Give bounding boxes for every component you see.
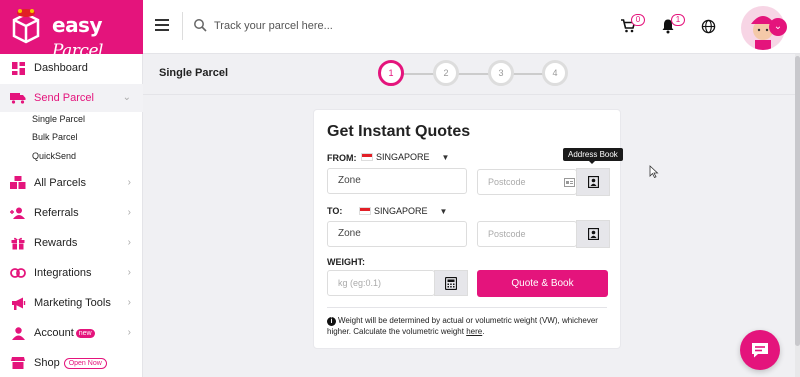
- logo-box-icon: [12, 9, 40, 44]
- top-bar: easy Parcel 0 1 ⌄: [0, 0, 800, 61]
- globe-icon[interactable]: [701, 19, 716, 34]
- from-address-book-button[interactable]: [576, 168, 610, 196]
- card-title: Get Instant Quotes: [327, 123, 471, 140]
- info-icon: i: [327, 317, 336, 326]
- to-label: TO:: [327, 206, 343, 216]
- sidebar-item-dashboard[interactable]: Dashboard: [0, 54, 143, 82]
- step-4: 4: [542, 60, 568, 86]
- weight-note-end: .: [482, 327, 485, 336]
- singapore-flag-icon: [359, 207, 371, 215]
- sidebar-item-label: Integrations: [34, 267, 92, 279]
- sidebar-subitem-bulk-parcel[interactable]: Bulk Parcel: [32, 132, 78, 142]
- from-postcode-field[interactable]: Postcode: [477, 169, 577, 195]
- chat-support-button[interactable]: [740, 330, 780, 370]
- from-country-select[interactable]: SINGAPORE ▼: [361, 152, 449, 162]
- from-zone-field[interactable]: Zone: [327, 168, 467, 194]
- new-badge: new: [75, 328, 95, 338]
- stepper-connector: [402, 73, 434, 75]
- step-2: 2: [433, 60, 459, 86]
- chevron-down-icon: ⌄: [122, 92, 131, 103]
- chevron-right-icon: ›: [127, 237, 131, 248]
- sidebar-item-marketing-tools[interactable]: Marketing Tools ›: [0, 289, 143, 317]
- to-country-value: SINGAPORE: [374, 206, 428, 216]
- account-menu-chevron-icon[interactable]: ⌄: [769, 18, 787, 36]
- sidebar-subitem-single-parcel[interactable]: Single Parcel: [32, 114, 85, 124]
- caret-down-icon: ▼: [441, 152, 450, 162]
- gift-icon: [10, 235, 26, 251]
- sidebar-item-label: Rewards: [34, 237, 78, 249]
- brand-logo[interactable]: easy Parcel: [0, 0, 143, 61]
- sidebar-item-label: Shop: [34, 357, 60, 369]
- sidebar-item-label: Account: [34, 327, 74, 339]
- truck-icon: [10, 90, 26, 106]
- page-scrollbar[interactable]: [795, 54, 800, 377]
- from-label: FROM:: [327, 153, 357, 163]
- sidebar-item-shop[interactable]: Shop Open Now: [0, 349, 143, 377]
- dashboard-icon: [10, 60, 26, 76]
- to-postcode-field[interactable]: Postcode: [477, 221, 577, 247]
- sidebar-item-send-parcel[interactable]: Send Parcel ⌄: [0, 84, 143, 112]
- address-book-icon: [587, 176, 599, 188]
- sidebar-subitem-quicksend[interactable]: QuickSend: [32, 151, 76, 161]
- megaphone-icon: [10, 295, 26, 311]
- sidebar-item-label: Dashboard: [34, 62, 88, 74]
- chevron-right-icon: ›: [127, 297, 131, 308]
- parcels-icon: [10, 175, 26, 191]
- cart-count-badge: 0: [631, 14, 645, 26]
- chevron-right-icon: ›: [127, 327, 131, 338]
- card-divider: [327, 307, 607, 308]
- chevron-right-icon: ›: [127, 177, 131, 188]
- sidebar-item-label: Referrals: [34, 207, 79, 219]
- stepper-connector: [513, 73, 545, 75]
- sidebar-item-label: Send Parcel: [34, 92, 94, 104]
- user-icon: [10, 325, 26, 341]
- quote-and-book-button[interactable]: Quote & Book: [477, 270, 608, 297]
- sidebar-item-referrals[interactable]: Referrals ›: [0, 199, 143, 227]
- caret-down-icon: ▼: [439, 206, 448, 216]
- shop-icon: [10, 355, 26, 371]
- search-icon: [194, 19, 207, 32]
- weight-note: i Weight will be determined by actual or …: [327, 315, 609, 337]
- chevron-right-icon: ›: [127, 207, 131, 218]
- id-card-icon: [564, 178, 575, 187]
- link-icon: [10, 265, 26, 281]
- chat-icon: [752, 343, 768, 358]
- weight-field[interactable]: kg (eg:0.1): [327, 270, 435, 296]
- sidebar-item-label: All Parcels: [34, 177, 86, 189]
- instant-quote-card: Get Instant Quotes FROM: SINGAPORE ▼ Zon…: [313, 109, 621, 349]
- volumetric-weight-link[interactable]: here: [466, 327, 482, 336]
- header-divider: [143, 94, 800, 95]
- sidebar: Dashboard Send Parcel ⌄ Single Parcel Bu…: [0, 54, 143, 377]
- step-3: 3: [488, 60, 514, 86]
- weight-label: WEIGHT:: [327, 257, 365, 267]
- to-country-select[interactable]: SINGAPORE ▼: [359, 206, 447, 216]
- header-divider: [182, 12, 183, 40]
- open-now-badge: Open Now: [63, 357, 107, 369]
- from-country-value: SINGAPORE: [376, 152, 430, 162]
- track-parcel-search-input[interactable]: [214, 16, 594, 36]
- sidebar-item-rewards[interactable]: Rewards ›: [0, 229, 143, 257]
- calculator-icon: [445, 276, 457, 290]
- sidebar-item-account[interactable]: Account new ›: [0, 319, 143, 347]
- sidebar-item-integrations[interactable]: Integrations ›: [0, 259, 143, 287]
- step-1: 1: [378, 60, 404, 86]
- tooltip-arrow: [588, 160, 596, 164]
- page-title: Single Parcel: [159, 67, 229, 79]
- scrollbar-thumb[interactable]: [795, 56, 800, 346]
- singapore-flag-icon: [361, 153, 373, 161]
- address-book-icon: [587, 228, 599, 240]
- mouse-cursor-icon: [649, 165, 659, 179]
- chevron-right-icon: ›: [127, 267, 131, 278]
- stepper: 1 2 3 4: [378, 60, 568, 88]
- to-zone-field[interactable]: Zone: [327, 221, 467, 247]
- to-address-book-button[interactable]: [576, 220, 610, 248]
- volumetric-calculator-button[interactable]: [434, 270, 468, 296]
- weight-note-text: Weight will be determined by actual or v…: [327, 316, 598, 336]
- notification-count-badge: 1: [671, 14, 685, 26]
- sidebar-item-all-parcels[interactable]: All Parcels ›: [0, 169, 143, 197]
- menu-toggle-icon[interactable]: [155, 19, 169, 33]
- referrals-icon: [10, 205, 26, 221]
- stepper-connector: [458, 73, 490, 75]
- sidebar-item-label: Marketing Tools: [34, 297, 111, 309]
